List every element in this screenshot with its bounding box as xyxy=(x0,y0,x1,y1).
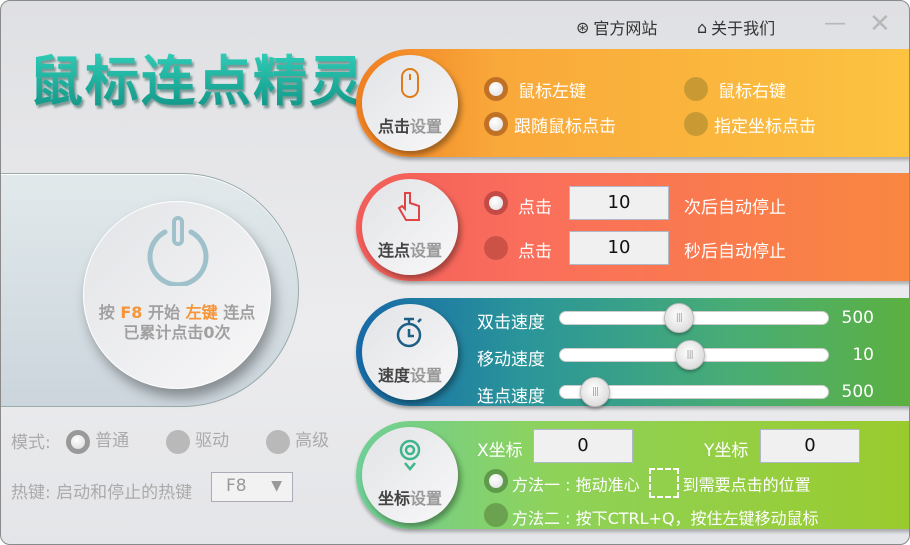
coord-settings-panel: 坐标设置 X坐标 0 Y坐标 0 方法一 : 拖动准心 到需要点击的位置 方法二… xyxy=(356,421,909,529)
speed-slider[interactable]: ||| xyxy=(559,340,829,370)
app-window: ⊛ 官方网站 ⌂ 关于我们 — ✕ 鼠标连点精灵 按 F8 开始 左键 连点 已… xyxy=(0,0,910,545)
speed-settings-panel: 速度设置 双击速度 ||| 500 移动速度 ||| 10 连点速度 ||| 500 xyxy=(356,298,909,407)
power-icon xyxy=(147,216,209,286)
coord-settings-badge: 坐标设置 xyxy=(362,427,458,523)
stopwatch-icon xyxy=(396,317,422,348)
speed-slider-label: 连点速度 xyxy=(477,387,545,407)
mode-driver-radio[interactable]: 驱动 xyxy=(166,426,229,454)
speed-settings-badge: 速度设置 xyxy=(362,304,458,400)
about-us-link[interactable]: ⌂ 关于我们 xyxy=(697,15,775,39)
chevron-down-icon: ▼ xyxy=(271,478,282,494)
speed-slider[interactable]: ||| xyxy=(559,303,829,333)
close-button[interactable]: ✕ xyxy=(869,9,891,39)
y-coord-label: Y坐标 xyxy=(704,441,749,461)
speed-slider-label: 双击速度 xyxy=(477,313,545,333)
mode-normal-radio[interactable]: 普通 xyxy=(66,426,129,454)
mode-advanced-radio[interactable]: 高级 xyxy=(266,426,329,454)
follow-mouse-radio[interactable] xyxy=(484,112,508,136)
official-site-link[interactable]: ⊛ 官方网站 xyxy=(576,15,657,39)
repeat-settings-badge: 连点设置 xyxy=(362,179,458,275)
slider-thumb[interactable]: ||| xyxy=(663,303,694,333)
count-stop-label: 点击 xyxy=(518,198,552,218)
count-stop-suffix: 次后自动停止 xyxy=(684,198,786,218)
fixed-coord-radio[interactable] xyxy=(684,112,708,136)
method1-radio[interactable] xyxy=(484,469,508,493)
slider-thumb[interactable]: ||| xyxy=(580,377,611,407)
method2-radio[interactable] xyxy=(484,503,508,527)
home-icon: ⌂ xyxy=(697,17,708,37)
official-site-label: 官方网站 xyxy=(593,19,658,38)
globe-icon: ⊛ xyxy=(576,17,590,37)
right-button-radio[interactable] xyxy=(684,77,708,101)
right-button-label: 鼠标右键 xyxy=(718,82,786,102)
speed-slider-label: 移动速度 xyxy=(477,350,545,370)
speed-slider-value: 500 xyxy=(841,308,874,328)
x-coord-input[interactable]: 0 xyxy=(533,429,633,463)
time-stop-radio[interactable] xyxy=(484,236,508,260)
mouse-icon xyxy=(401,68,419,98)
time-stop-label: 点击 xyxy=(518,242,552,262)
mode-label: 模式: xyxy=(11,433,51,453)
speed-slider-value: 500 xyxy=(841,382,874,402)
hotkey-label: 热键: 启动和停止的热键 xyxy=(11,483,193,503)
repeat-settings-panel: 连点设置 点击 10 次后自动停止 点击 10 秒后自动停止 xyxy=(356,173,909,281)
crosshair-drag-icon[interactable] xyxy=(648,468,679,498)
about-us-label: 关于我们 xyxy=(711,19,776,38)
hotkey-select[interactable]: F8 ▼ xyxy=(211,472,293,502)
left-button-label: 鼠标左键 xyxy=(518,82,586,102)
click-seconds-input[interactable]: 10 xyxy=(569,231,669,265)
click-count-input[interactable]: 10 xyxy=(569,186,669,220)
method1-label: 方法一 : 拖动准心 到需要点击的位置 xyxy=(512,468,811,501)
slider-thumb[interactable]: ||| xyxy=(674,340,705,370)
left-button-radio[interactable] xyxy=(484,77,508,101)
time-stop-suffix: 秒后自动停止 xyxy=(684,242,786,262)
y-coord-input[interactable]: 0 xyxy=(760,429,860,463)
start-button[interactable]: 按 F8 开始 左键 连点 已累计点击0次 xyxy=(83,201,271,389)
location-pin-icon xyxy=(399,439,421,471)
app-logo: 鼠标连点精灵 xyxy=(29,37,365,116)
click-settings-panel: 点击设置 鼠标左键 鼠标右键 跟随鼠标点击 指定坐标点击 xyxy=(356,49,909,157)
click-count: 已累计点击0次 xyxy=(123,323,231,342)
method2-label: 方法二 : 按下CTRL+Q，按住左键移动鼠标 xyxy=(512,509,819,528)
pointing-hand-icon xyxy=(397,192,420,221)
click-settings-badge: 点击设置 xyxy=(362,55,458,151)
count-stop-radio[interactable] xyxy=(484,191,508,215)
speed-slider[interactable]: ||| xyxy=(559,377,829,407)
minimize-button[interactable]: — xyxy=(824,11,846,36)
follow-mouse-label: 跟随鼠标点击 xyxy=(514,117,616,137)
fixed-coord-label: 指定坐标点击 xyxy=(714,117,816,137)
x-coord-label: X坐标 xyxy=(477,441,523,461)
speed-slider-value: 10 xyxy=(852,345,874,365)
